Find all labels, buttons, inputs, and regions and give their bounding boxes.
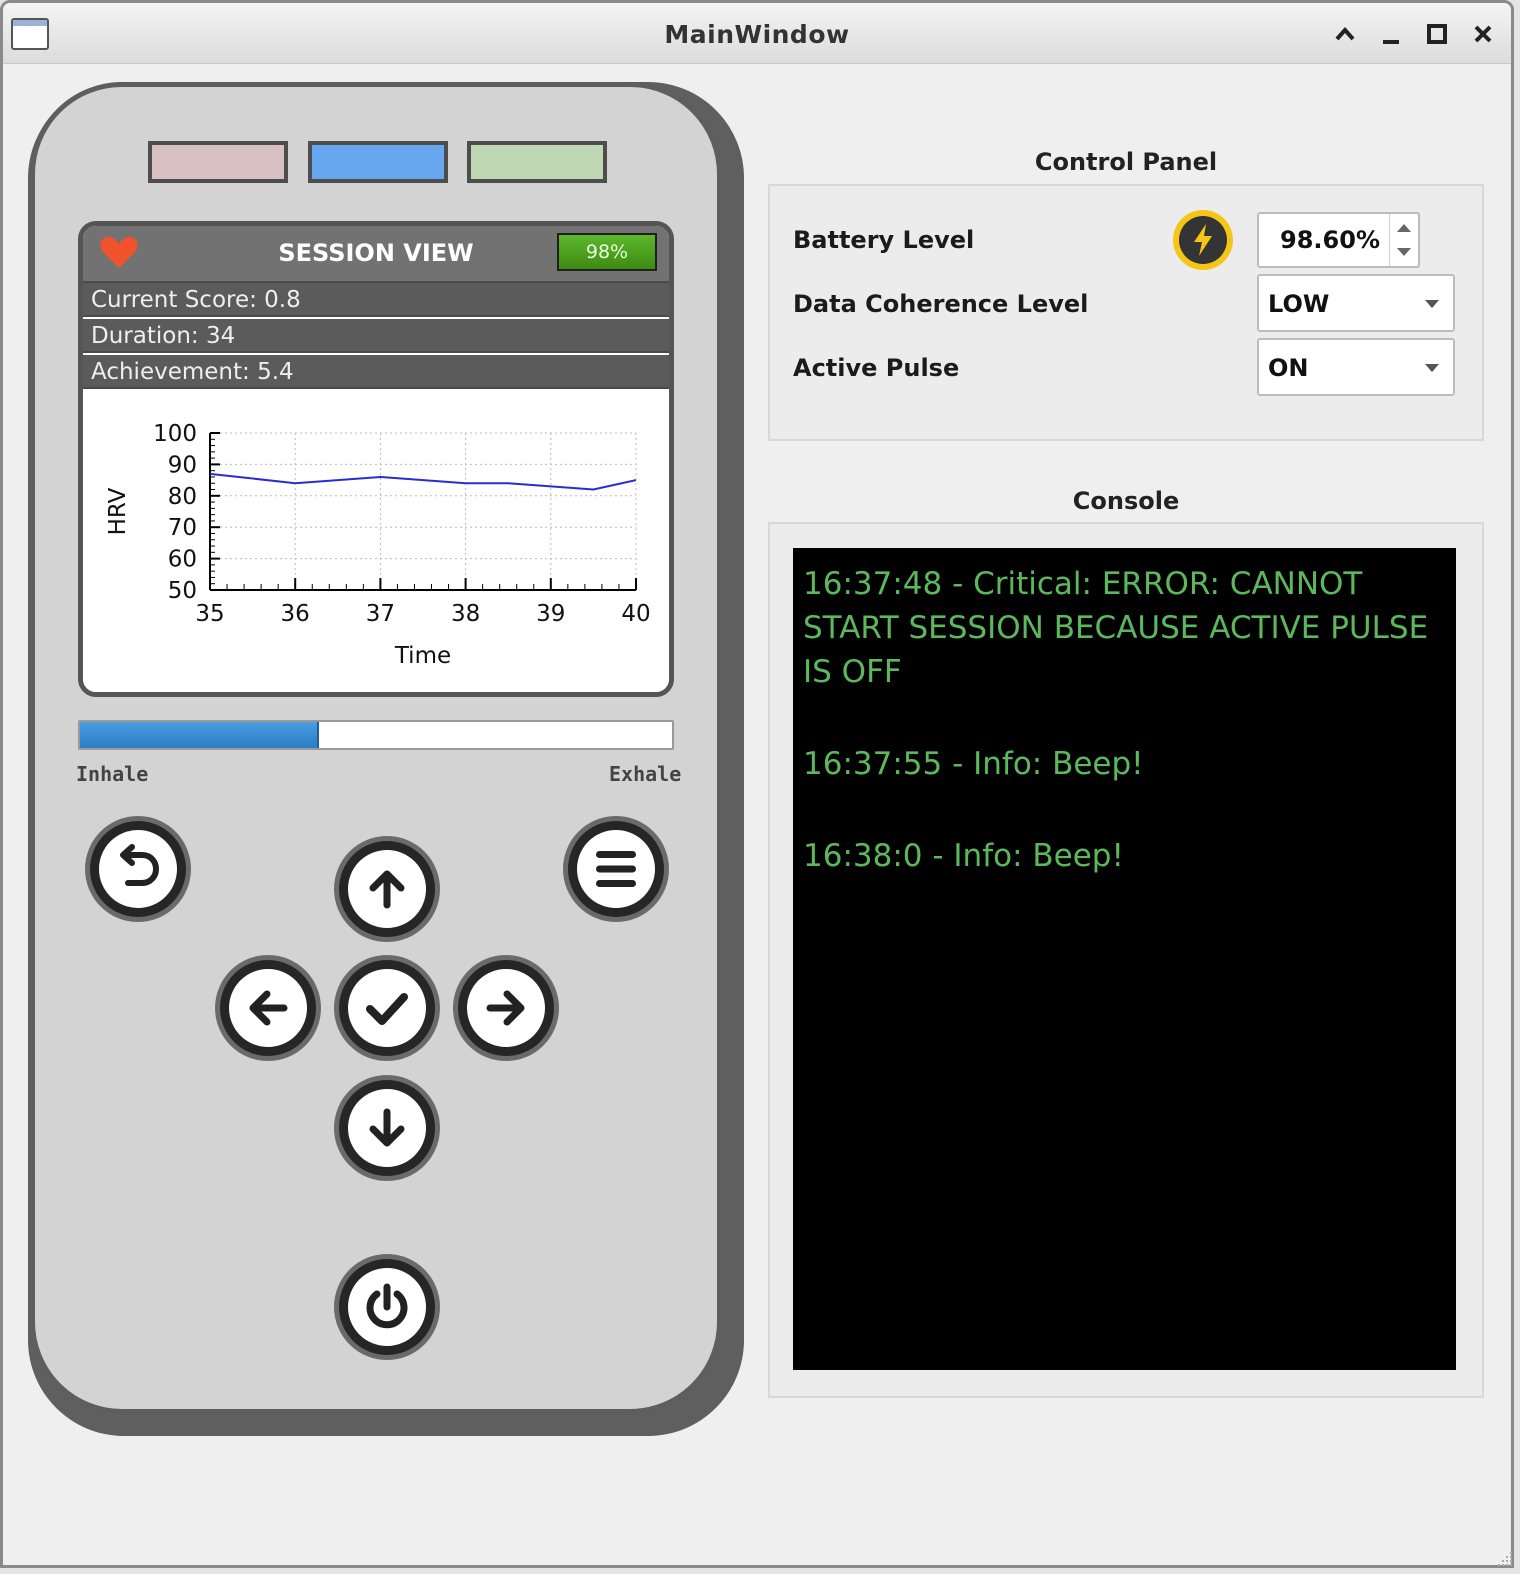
lightning-bolt-icon (1194, 224, 1212, 256)
battery-level-value: 98.60% (1280, 226, 1380, 254)
session-screen: SESSION VIEW 98% Current Score: 0.8 Dura… (78, 221, 674, 697)
menu-icon (596, 851, 636, 887)
y-tick-label: 60 (168, 547, 197, 573)
back-button[interactable] (90, 821, 186, 917)
resize-grip-icon[interactable] (1494, 1548, 1514, 1568)
breath-pacer-bar (78, 720, 674, 750)
x-tick-label: 40 (621, 601, 650, 627)
arrow-up-icon (369, 870, 405, 909)
y-tick-label: 80 (168, 484, 197, 510)
up-button[interactable] (339, 841, 435, 937)
spinbox-arrows (1389, 214, 1418, 266)
y-tick-label: 50 (168, 578, 197, 604)
x-tick-label: 39 (536, 601, 565, 627)
close-button[interactable] (1468, 19, 1498, 49)
minimize-icon (1383, 40, 1399, 44)
hrv-chart-container: 35 36 37 38 39 40 50 60 70 80 90 100 Time HRV (83, 398, 669, 692)
y-tick-label: 90 (168, 452, 197, 478)
led-green (467, 141, 607, 183)
inhale-label: Inhale (76, 762, 149, 786)
battery-level-spinbox[interactable]: 98.60% (1257, 212, 1420, 268)
active-pulse-value: ON (1268, 354, 1309, 382)
breath-pacer-fill (80, 722, 319, 748)
data-coherence-value: LOW (1268, 290, 1330, 318)
spin-up-icon[interactable] (1397, 224, 1411, 232)
exhale-label: Exhale (609, 762, 682, 786)
console-line: 16:38:0 - Info: Beep! (803, 838, 1124, 874)
control-panel-title: Control Panel (1034, 148, 1218, 176)
power-button[interactable] (339, 1259, 435, 1355)
undo-icon (120, 844, 160, 886)
battery-level-label: Battery Level (793, 226, 975, 254)
charge-button[interactable] (1173, 210, 1233, 270)
right-button[interactable] (458, 960, 554, 1056)
chevron-down-icon (1425, 364, 1439, 372)
console-title: Console (1072, 487, 1180, 515)
window-title: MainWindow (664, 20, 850, 49)
active-pulse-select[interactable]: ON (1257, 338, 1455, 396)
achievement: Achievement: 5.4 (83, 355, 669, 389)
maximize-icon (1427, 24, 1447, 44)
left-button[interactable] (220, 960, 316, 1056)
active-pulse-label: Active Pulse (793, 354, 960, 382)
arrow-down-icon (369, 1108, 405, 1147)
arrow-left-icon (249, 990, 288, 1026)
hrv-series-line (209, 472, 637, 491)
menu-button[interactable] (568, 821, 664, 917)
y-tick-label: 70 (168, 515, 197, 541)
led-red (148, 141, 288, 183)
chevron-up-icon (1335, 26, 1355, 41)
select-button[interactable] (339, 960, 435, 1056)
checkmark-icon (366, 993, 408, 1025)
led-blue (308, 141, 448, 183)
x-tick-label: 36 (281, 601, 310, 627)
shade-button[interactable] (1330, 19, 1360, 49)
data-coherence-label: Data Coherence Level (793, 290, 1089, 318)
maximize-button[interactable] (1422, 19, 1452, 49)
x-tick-label: 38 (451, 601, 480, 627)
x-tick-label: 35 (195, 601, 224, 627)
console-line: 16:37:48 - Critical: ERROR: CANNOT START… (803, 566, 1429, 690)
spin-down-icon[interactable] (1397, 248, 1411, 256)
data-coherence-select[interactable]: LOW (1257, 274, 1455, 332)
arrow-right-icon (486, 990, 525, 1026)
y-tick-label: 100 (153, 421, 197, 447)
x-tick-label: 37 (366, 601, 395, 627)
power-icon (366, 1283, 408, 1329)
console-line: 16:37:55 - Info: Beep! (803, 746, 1144, 782)
battery-badge: 98% (557, 233, 657, 271)
down-button[interactable] (339, 1080, 435, 1176)
screen-header: SESSION VIEW 98% (83, 226, 669, 283)
console-output[interactable]: 16:37:48 - Critical: ERROR: CANNOT START… (793, 548, 1456, 1370)
chevron-down-icon (1425, 300, 1439, 308)
x-axis-label: Time (394, 643, 451, 669)
title-bar: MainWindow (3, 3, 1511, 64)
y-axis-label: HRV (105, 487, 131, 535)
close-icon (1474, 25, 1492, 43)
duration: Duration: 34 (83, 319, 669, 353)
hrv-chart: 35 36 37 38 39 40 50 60 70 80 90 100 Time HRV (105, 421, 651, 669)
current-score: Current Score: 0.8 (83, 283, 669, 317)
minimize-button[interactable] (1376, 19, 1406, 49)
